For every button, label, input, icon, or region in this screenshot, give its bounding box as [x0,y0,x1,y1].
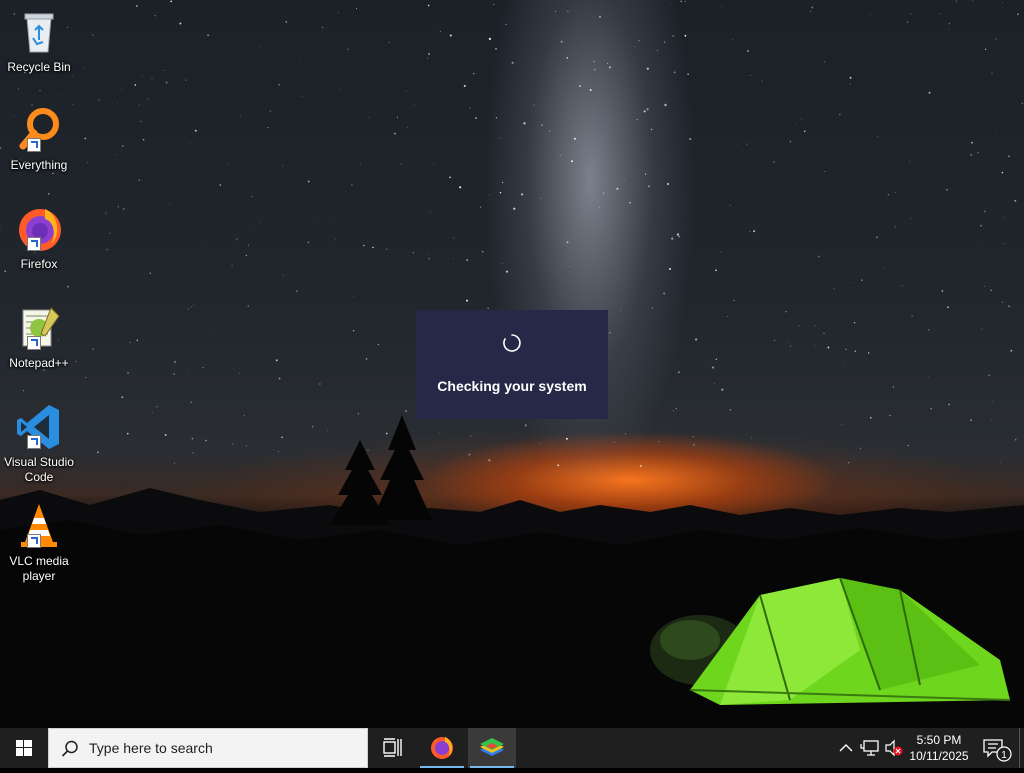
task-view-icon [383,738,402,757]
notification-icon: 1 [983,739,1012,762]
action-center-button[interactable]: 1 [980,728,1014,768]
volume-button[interactable] [884,728,904,768]
desktop-icon-firefox[interactable]: Firefox [2,205,76,272]
shortcut-arrow-icon [27,138,41,152]
search-icon [61,740,78,757]
desktop-icon-label: Recycle Bin [7,60,71,74]
start-button[interactable] [0,728,48,768]
taskbar: Type here to search 5:50 PM 10/11/2025 1 [0,728,1024,768]
desktop-icon-label: VLC media player [9,554,69,583]
dialog-message: Checking your system [437,378,587,394]
clock-time: 5:50 PM [916,733,962,747]
checking-system-dialog: Checking your system [416,310,608,419]
desktop-icon-label: Firefox [20,257,58,271]
firefox-icon [15,205,63,253]
vscode-icon [15,403,63,451]
taskbar-app-firefox[interactable] [418,728,466,768]
desktop-icon-vlc-media-player[interactable]: VLC media player [2,502,76,584]
desktop-icon-label: Everything [10,158,68,172]
desktop-icon-label: Visual Studio Code [4,455,74,484]
shortcut-arrow-icon [27,534,41,548]
taskbar-app-bluestacks[interactable] [468,728,516,768]
notepad-plus-plus-icon [15,304,63,352]
desktop-icon-recycle-bin[interactable]: Recycle Bin [2,8,76,75]
volume-muted-icon [885,739,903,757]
desktop-icon-label: Notepad++ [9,356,69,370]
shortcut-arrow-icon [27,237,41,251]
taskbar-search-box[interactable]: Type here to search [48,728,368,768]
show-desktop-button[interactable] [1019,728,1024,768]
bluestacks-icon [480,738,504,756]
network-icon [860,740,879,756]
search-placeholder: Type here to search [89,740,213,756]
notification-count: 1 [1001,750,1007,761]
taskbar-clock[interactable]: 5:50 PM 10/11/2025 [904,732,974,764]
shortcut-arrow-icon [27,435,41,449]
clock-date: 10/11/2025 [909,749,969,763]
shortcut-arrow-icon [27,336,41,350]
network-status-button[interactable] [860,728,882,768]
recycle-bin-icon [15,8,63,56]
loading-spinner-icon [503,334,521,352]
chevron-up-icon [839,744,853,752]
desktop-icon-everything[interactable]: Everything [2,106,76,173]
show-hidden-icons-button[interactable] [836,728,856,768]
vlc-icon [15,502,63,550]
task-view-button[interactable] [368,728,416,768]
everything-search-icon [15,106,63,154]
desktop-icon-notepad-plus-plus[interactable]: Notepad++ [2,304,76,371]
firefox-icon [431,737,453,759]
windows-logo-icon [16,740,32,756]
desktop-icon-visual-studio-code[interactable]: Visual Studio Code [2,403,76,485]
